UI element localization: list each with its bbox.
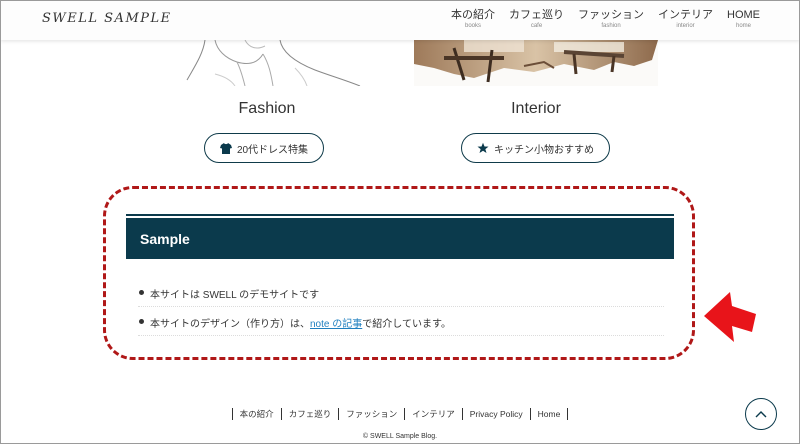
kitchen-goods-button[interactable]: キッチン小物おすすめ: [461, 133, 610, 163]
nav-item-interior[interactable]: インテリア interior: [658, 9, 713, 30]
nav-label: カフェ巡り: [509, 9, 564, 21]
site-logo[interactable]: SWELL SAMPLE: [42, 11, 172, 26]
nav-label: 本の紹介: [451, 9, 495, 21]
fashion-image[interactable]: [145, 40, 389, 86]
nav-sublabel: cafe: [530, 23, 543, 29]
footer-link-fashion[interactable]: ファッション: [338, 408, 404, 420]
nav-item-fashion[interactable]: ファッション fashion: [578, 9, 644, 30]
nav-sublabel: fashion: [601, 23, 621, 29]
sample-list: 本サイトは SWELL のデモサイトです 本サイトのデザイン（作り方）は、not…: [138, 278, 664, 336]
nav-item-home[interactable]: HOME home: [727, 9, 760, 30]
copyright-text: © SWELL Sample Blog.: [362, 433, 438, 440]
list-item: 本サイトは SWELL のデモサイトです: [138, 278, 664, 307]
dress-feature-label: 20代ドレス特集: [236, 144, 309, 156]
nav-label: ファッション: [578, 9, 644, 21]
sample-heading-text: Sample: [140, 231, 190, 247]
sample-widget-title: Sample: [126, 216, 674, 259]
back-to-top-button[interactable]: [745, 398, 777, 430]
nav-sublabel: home: [735, 23, 751, 29]
nav-sublabel: interior: [676, 23, 695, 29]
nav-item-cafe[interactable]: カフェ巡り cafe: [509, 9, 564, 30]
list-item-suffix: で紹介しています。: [362, 319, 451, 330]
shirt-icon: [219, 142, 232, 154]
footer-link-books[interactable]: 本の紹介: [231, 408, 281, 420]
nav-label: HOME: [727, 9, 760, 21]
footer-nav: 本の紹介 カフェ巡り ファッション インテリア Privacy Policy H…: [0, 408, 800, 420]
footer-link-cafe[interactable]: カフェ巡り: [280, 408, 339, 420]
list-item-prefix: 本サイトのデザイン（作り方）は、: [150, 319, 310, 330]
star-icon: [477, 142, 489, 154]
category-title-interior: Interior: [511, 100, 561, 117]
nav-label: インテリア: [658, 9, 713, 21]
nav-item-books[interactable]: 本の紹介 books: [451, 9, 495, 30]
footer-link-interior[interactable]: インテリア: [404, 408, 462, 420]
site-header: SWELL SAMPLE 本の紹介 books カフェ巡り cafe ファッショ…: [0, 0, 800, 40]
category-title-fashion: Fashion: [238, 100, 296, 117]
list-item-text: 本サイトは SWELL のデモサイトです: [150, 290, 320, 301]
list-item: 本サイトのデザイン（作り方）は、note の記事で紹介しています。: [138, 307, 664, 336]
red-arrow-icon: [700, 288, 760, 353]
global-nav: 本の紹介 books カフェ巡り cafe ファッション fashion インテ…: [451, 9, 760, 30]
footer-link-privacy[interactable]: Privacy Policy: [461, 408, 530, 420]
chevron-up-icon: [755, 405, 767, 423]
kitchen-goods-label: キッチン小物おすすめ: [494, 144, 594, 156]
interior-image[interactable]: [414, 40, 658, 86]
footer-link-home[interactable]: Home: [529, 408, 569, 420]
note-article-link[interactable]: note の記事: [310, 319, 362, 330]
nav-sublabel: books: [464, 23, 481, 29]
dress-feature-button[interactable]: 20代ドレス特集: [204, 133, 324, 163]
